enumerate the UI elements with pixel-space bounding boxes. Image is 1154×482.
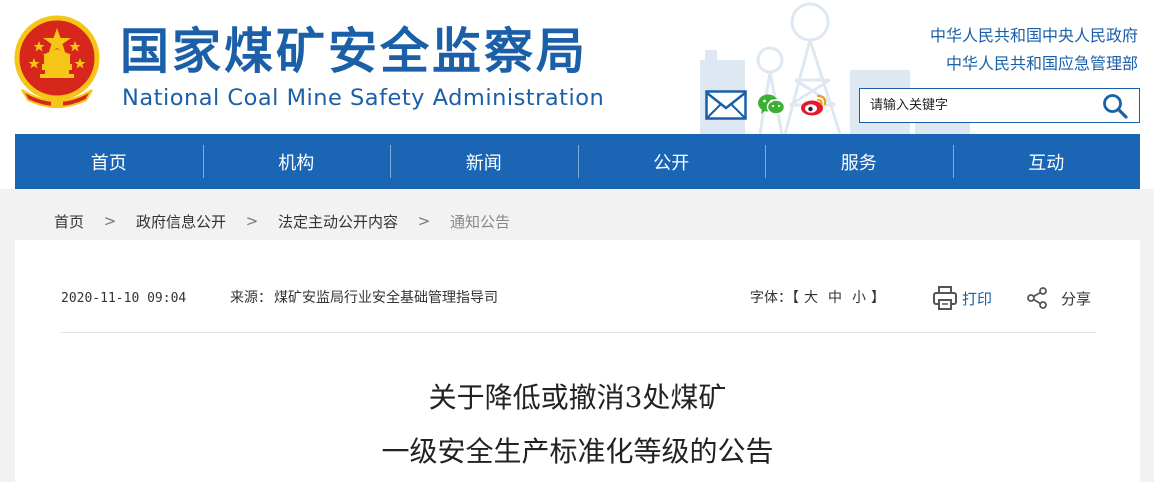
- font-size-small[interactable]: 小: [852, 290, 866, 306]
- font-bracket-close: 】: [871, 290, 885, 306]
- main-nav: 首页 机构 新闻 公开 服务 互动: [15, 134, 1140, 189]
- mail-icon[interactable]: [704, 88, 748, 122]
- breadcrumb-statutory-disclosure[interactable]: 法定主动公开内容: [278, 211, 398, 232]
- national-emblem-logo: [14, 15, 100, 108]
- weibo-icon[interactable]: [800, 88, 828, 122]
- site-header: 国家煤矿安全监察局 National Coal Mine Safety Admi…: [0, 0, 1154, 134]
- font-size-large[interactable]: 大: [804, 290, 818, 306]
- site-title-chinese: 国家煤矿安全监察局: [120, 23, 589, 80]
- article-source: 煤矿安监局行业安全基础管理指导司: [274, 290, 498, 306]
- article-date: 2020-11-10 09:04: [61, 291, 187, 306]
- nav-item-services[interactable]: 服务: [765, 134, 953, 189]
- printer-icon: [933, 286, 957, 310]
- search-icon: [1103, 94, 1128, 119]
- article-title-line-2: 一级安全生产标准化等级的公告: [381, 435, 774, 468]
- nav-item-organization[interactable]: 机构: [202, 134, 391, 189]
- print-label: 打印: [962, 289, 993, 308]
- breadcrumb-gov-info-disclosure[interactable]: 政府信息公开: [136, 211, 226, 232]
- nav-item-news[interactable]: 新闻: [390, 134, 578, 189]
- nav-item-disclosure[interactable]: 公开: [577, 134, 766, 189]
- article-title-line-1: 关于降低或撤消3处煤矿: [428, 381, 727, 414]
- font-bracket-open: 【: [792, 290, 799, 306]
- wechat-icon[interactable]: [756, 88, 786, 122]
- share-icon: [1027, 287, 1047, 309]
- nav-item-interaction[interactable]: 互动: [952, 134, 1141, 189]
- font-size-label: 字体：: [750, 290, 792, 306]
- search-input[interactable]: [860, 89, 1090, 122]
- site-title-english: National Coal Mine Safety Administration: [122, 85, 605, 111]
- search-box: [859, 88, 1140, 123]
- meta-divider: [60, 332, 1096, 333]
- article-source-label: 来源：: [230, 290, 272, 306]
- breadcrumb-home[interactable]: 首页: [54, 211, 84, 232]
- share-label: 分享: [1061, 289, 1092, 308]
- share-button[interactable]: 分享: [1025, 283, 1091, 313]
- breadcrumb-notices: 通知公告: [450, 212, 511, 231]
- font-size-medium[interactable]: 中: [828, 290, 842, 306]
- print-button[interactable]: 打印: [932, 283, 992, 313]
- nav-item-home[interactable]: 首页: [15, 134, 203, 189]
- breadcrumb-separator: >: [245, 212, 259, 230]
- search-button[interactable]: [1101, 93, 1129, 119]
- link-ministry-emergency-management[interactable]: 中华人民共和国应急管理部: [946, 53, 1138, 75]
- font-size-selector: 字体：【大中小】: [750, 288, 885, 308]
- breadcrumb-separator: >: [103, 212, 117, 230]
- link-central-government[interactable]: 中华人民共和国中央人民政府: [930, 25, 1138, 47]
- breadcrumb-separator: >: [417, 212, 431, 230]
- breadcrumb: 首页 > 政府信息公开 > 法定主动公开内容 > 通知公告: [54, 202, 510, 240]
